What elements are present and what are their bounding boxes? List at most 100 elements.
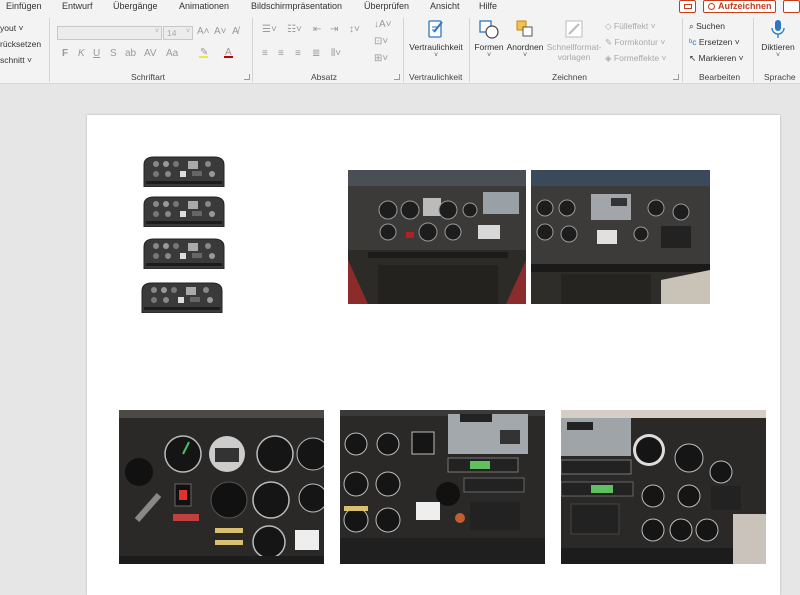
group-divider <box>682 18 683 82</box>
shape-outline-label: Formkontur <box>614 37 658 47</box>
font-size-value: 14 <box>167 28 177 38</box>
cockpit-photo <box>531 170 710 304</box>
dialog-launcher-icon[interactable] <box>673 74 679 80</box>
shrink-font-icon[interactable]: A˅ <box>214 26 227 37</box>
group-label-bearbeiten: Bearbeiten <box>699 72 741 82</box>
tab-bildschirmpraesentation[interactable]: Bildschirmpräsentation <box>251 0 342 14</box>
font-color-icon[interactable]: A <box>223 47 233 58</box>
cockpit-photo <box>561 410 766 564</box>
arrange-button[interactable]: Anordnen ˅ <box>506 18 544 59</box>
indent-increase-icon[interactable]: ⇥ <box>330 24 338 35</box>
cockpit-photo-top-right[interactable] <box>531 170 710 304</box>
indent-decrease-icon[interactable]: ⇤ <box>313 24 321 35</box>
align-left-icon[interactable]: ≡ <box>262 48 268 59</box>
select-label: Markieren <box>698 53 737 63</box>
layout-button[interactable]: yout ˅ <box>0 23 23 33</box>
cockpit-photo-bottom-left[interactable] <box>119 410 324 564</box>
layout-label: yout <box>0 23 17 33</box>
cockpit-photo-bottom-right[interactable] <box>561 410 766 564</box>
tab-ansicht[interactable]: Ansicht <box>430 0 460 14</box>
record-button-label: Aufzeichnen <box>718 1 772 11</box>
tab-uebergaenge[interactable]: Übergänge <box>113 0 158 14</box>
find-label: Suchen <box>696 21 725 31</box>
dictate-button[interactable]: Diktieren ˅ <box>758 18 798 59</box>
tab-ueberpruefen[interactable]: Überprüfen <box>364 0 409 14</box>
align-text-icon[interactable]: ⊡˅ <box>374 36 388 47</box>
record-icon <box>708 3 715 10</box>
section-button[interactable]: schnitt ˅ <box>0 55 32 65</box>
group-divider <box>469 18 470 82</box>
comment-icon <box>684 4 692 9</box>
cockpit-photo-top-left[interactable] <box>348 170 526 304</box>
change-case-button[interactable]: Aa <box>166 48 178 59</box>
arrange-icon <box>516 20 533 37</box>
tab-animationen[interactable]: Animationen <box>179 0 229 14</box>
numbering-icon[interactable]: ☷˅ <box>287 24 302 35</box>
smartart-icon[interactable]: ⊞˅ <box>374 53 388 64</box>
highlight-icon[interactable]: ✎ <box>199 47 209 58</box>
group-label-absatz: Absatz <box>311 72 337 82</box>
mini-panel-picture[interactable] <box>142 195 226 228</box>
justify-icon[interactable]: ≣ <box>312 48 320 59</box>
cockpit-photo <box>119 410 324 564</box>
italic-button[interactable]: K <box>78 48 85 59</box>
mini-panel-picture[interactable] <box>140 281 224 314</box>
record-button[interactable]: Aufzeichnen <box>703 0 776 13</box>
font-name-combo[interactable]: ˅ <box>57 26 162 40</box>
mini-panel-picture[interactable] <box>142 155 226 188</box>
select-button[interactable]: ↖ Markieren ˅ <box>689 53 744 64</box>
shapes-button[interactable]: Formen ˅ <box>473 18 505 59</box>
group-divider <box>49 18 50 82</box>
arrange-label: Anordnen <box>506 42 544 52</box>
reset-button[interactable]: rücksetzen <box>0 39 41 49</box>
line-spacing-icon[interactable]: ↕˅ <box>349 24 360 35</box>
shape-outline-button[interactable]: ✎ Formkontur ˅ <box>605 37 665 48</box>
char-spacing-button[interactable]: AV <box>144 48 157 59</box>
sensitivity-button[interactable]: Vertraulichkeit ˅ <box>406 18 466 59</box>
grow-font-icon[interactable]: A˄ <box>197 26 210 37</box>
slide[interactable] <box>87 115 780 595</box>
underline-button[interactable]: U <box>93 48 100 59</box>
ribbon-tab-bar: Einfügen Entwurf Übergänge Animationen B… <box>0 0 800 14</box>
quick-styles-label: Schnellformat- <box>546 42 602 52</box>
tab-hilfe[interactable]: Hilfe <box>479 0 497 14</box>
clear-format-icon[interactable]: A̸ <box>232 26 239 37</box>
mini-panel-picture[interactable] <box>142 237 226 270</box>
columns-icon[interactable]: ⫴˅ <box>331 48 341 59</box>
quick-styles-button[interactable]: Schnellformat- vorlagen <box>546 18 602 62</box>
replace-button[interactable]: ᵇc Ersetzen ˅ <box>689 37 740 47</box>
shape-effects-label: Formeffekte <box>613 53 660 63</box>
text-direction-icon[interactable]: ↓A˅ <box>374 19 392 30</box>
cockpit-photo <box>340 410 545 564</box>
group-label-sprache: Sprache <box>764 72 796 82</box>
dialog-launcher-icon[interactable] <box>244 74 250 80</box>
bold-button[interactable]: F <box>62 48 68 59</box>
share-button[interactable] <box>783 0 800 13</box>
group-label-vertraulichkeit: Vertraulichkeit <box>409 72 463 82</box>
tab-einfuegen[interactable]: Einfügen <box>6 0 42 14</box>
chevron-down-icon: ˅ <box>154 28 159 35</box>
align-center-icon[interactable]: ≡ <box>278 48 284 59</box>
cockpit-photo-bottom-middle[interactable] <box>340 410 545 564</box>
panel-picture <box>143 196 225 228</box>
align-right-icon[interactable]: ≡ <box>295 48 301 59</box>
shape-fill-button[interactable]: ◇ Fülleffekt ˅ <box>605 21 656 32</box>
bullets-icon[interactable]: ☰˅ <box>262 24 277 35</box>
shape-effects-button[interactable]: ◈ Formeffekte ˅ <box>605 53 666 64</box>
cockpit-photo <box>348 170 526 304</box>
find-button[interactable]: ⌕ Suchen <box>689 21 725 32</box>
comments-button[interactable] <box>679 0 696 13</box>
group-divider <box>753 18 754 82</box>
tab-entwurf[interactable]: Entwurf <box>62 0 93 14</box>
quick-styles-label-2: vorlagen <box>557 52 591 62</box>
sensitivity-label: Vertraulichkeit <box>409 42 463 52</box>
section-label: schnitt <box>0 55 25 65</box>
font-size-combo[interactable]: 14 ˅ <box>163 26 193 40</box>
shape-fill-label: Fülleffekt <box>613 21 649 31</box>
dialog-launcher-icon[interactable] <box>394 74 400 80</box>
dictate-label: Diktieren <box>761 42 795 52</box>
text-shadow-button[interactable]: ab <box>125 48 136 59</box>
group-label-zeichnen: Zeichnen <box>552 72 587 82</box>
group-divider <box>403 18 404 82</box>
strikethrough-button[interactable]: S <box>110 48 117 59</box>
